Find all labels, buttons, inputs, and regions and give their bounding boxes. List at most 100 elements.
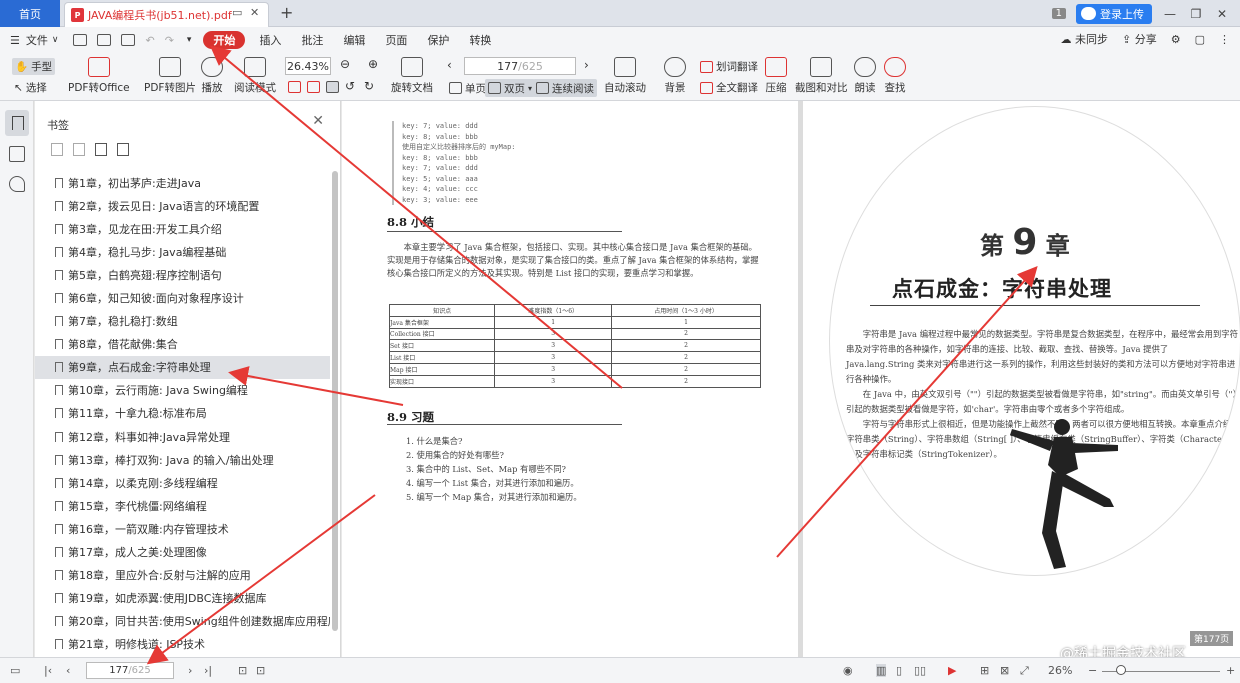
- prev-page-icon[interactable]: ‹: [447, 58, 452, 72]
- tab-protect[interactable]: 保护: [417, 27, 459, 53]
- page-number-input[interactable]: 177/625: [464, 57, 576, 75]
- book-view-icon[interactable]: ▯▯: [914, 664, 926, 677]
- more-icon[interactable]: ⋮: [1219, 33, 1230, 46]
- print-icon[interactable]: [121, 34, 136, 46]
- zoom-input[interactable]: 26.43%: [285, 57, 331, 75]
- file-menu[interactable]: ☰ 文件 ∨: [0, 27, 68, 53]
- bookmark-item[interactable]: 第5章，白鹤亮翅:程序控制语句: [35, 263, 330, 286]
- bookmark-item[interactable]: 第13章，棒打双狗: Java 的输入/输出处理: [35, 448, 330, 471]
- bookmark-item[interactable]: 第9章，点石成金:字符串处理: [35, 355, 330, 379]
- single-page-button[interactable]: 单页: [446, 79, 489, 97]
- bookmark-item[interactable]: 第21章，明修栈道: JSP技术: [35, 633, 330, 656]
- bookmark-item[interactable]: 第17章，成人之美:处理图像: [35, 541, 330, 564]
- share-button[interactable]: ⇪ 分享: [1122, 31, 1157, 47]
- sidebar-toggle-icon[interactable]: ▭: [10, 664, 20, 677]
- read-mode-button[interactable]: 阅读模式: [234, 57, 276, 95]
- tab-page[interactable]: 页面: [375, 27, 417, 53]
- pdf-to-office-button[interactable]: PDF转Office: [68, 57, 130, 95]
- add-bookmark-icon[interactable]: [95, 143, 107, 156]
- tab-insert[interactable]: 插入: [249, 27, 291, 53]
- settings-icon[interactable]: ⚙: [1171, 33, 1181, 46]
- fit-page-icon[interactable]: [288, 81, 301, 93]
- maximize-icon[interactable]: ❐: [1188, 7, 1204, 21]
- screenshot-compare-button[interactable]: 截图和对比: [795, 57, 848, 95]
- pdf-to-image-button[interactable]: PDF转图片: [144, 57, 196, 95]
- sync-status[interactable]: ☁ 未同步: [1061, 31, 1109, 47]
- redo-icon[interactable]: ↷: [165, 34, 174, 47]
- prev-page-icon[interactable]: ‹: [66, 664, 70, 677]
- next-page-icon[interactable]: ›: [188, 664, 192, 677]
- single-view-icon[interactable]: ▥: [876, 664, 887, 677]
- last-page-icon[interactable]: ›|: [204, 664, 212, 677]
- open-folder-icon[interactable]: [73, 34, 88, 46]
- close-icon[interactable]: ✕: [312, 113, 324, 129]
- compress-button[interactable]: 压缩: [765, 57, 787, 95]
- status-page-input[interactable]: 177/625: [86, 662, 174, 679]
- undo-icon[interactable]: ↶: [145, 34, 154, 47]
- background-button[interactable]: 背景: [664, 57, 686, 95]
- bookmark-item[interactable]: 第15章，李代桃僵:网络编程: [35, 494, 330, 517]
- bookmark-item[interactable]: 第7章，稳扎稳打:数组: [35, 310, 330, 333]
- forward-icon[interactable]: ⊡: [256, 664, 265, 677]
- thumbnail-panel-icon[interactable]: [9, 146, 25, 162]
- bookmark-item[interactable]: 第10章，云行雨施: Java Swing编程: [35, 379, 330, 402]
- zoom-out-icon[interactable]: ⊖: [340, 57, 350, 71]
- first-page-icon[interactable]: |‹: [44, 664, 52, 677]
- fit-page-icon[interactable]: ⊠: [1000, 664, 1009, 677]
- fullscreen-icon[interactable]: ⤢: [1020, 664, 1029, 678]
- collapse-all-icon[interactable]: [73, 143, 85, 156]
- bookmark-item[interactable]: 第16章，一箭双雕:内存管理技术: [35, 517, 330, 540]
- login-upload-button[interactable]: 登录上传: [1076, 3, 1152, 24]
- zoom-in-icon[interactable]: ⊕: [368, 57, 378, 71]
- new-tab-button[interactable]: +: [280, 3, 293, 22]
- tab-start[interactable]: 开始: [203, 31, 246, 49]
- bookmark-item[interactable]: 第3章，见龙在田:开发工具介绍: [35, 217, 330, 240]
- tab-edit[interactable]: 编辑: [333, 27, 375, 53]
- play-button[interactable]: 播放: [201, 57, 223, 95]
- rotate-left-icon[interactable]: ↺: [345, 79, 355, 93]
- bookmark-item[interactable]: 第20章，同甘共苦:使用Swing组件创建数据库应用程序: [35, 610, 330, 633]
- read-aloud-button[interactable]: 朗读: [854, 57, 876, 95]
- close-window-icon[interactable]: ✕: [1214, 7, 1230, 21]
- double-page-button[interactable]: 双页 ▾: [485, 79, 536, 97]
- play-icon[interactable]: ▶: [948, 664, 956, 677]
- zoom-in-icon[interactable]: +: [1226, 664, 1235, 677]
- back-icon[interactable]: ⊡: [238, 664, 247, 677]
- bookmark-item[interactable]: 第1章，初出茅庐:走进Java: [35, 171, 330, 194]
- bookmark-item[interactable]: 第11章，十拿九稳:标准布局: [35, 402, 330, 425]
- fit-width-icon[interactable]: [307, 81, 320, 93]
- actual-size-icon[interactable]: [326, 81, 339, 93]
- bookmark-item[interactable]: 第19章，如虎添翼:使用JDBC连接数据库: [35, 587, 330, 610]
- full-translate-button[interactable]: 全文翻译: [700, 80, 758, 95]
- auto-scroll-button[interactable]: 自动滚动: [604, 57, 646, 95]
- bookmark-panel-icon[interactable]: [5, 110, 29, 136]
- annotation-panel-icon[interactable]: [9, 176, 25, 192]
- sidebar-scrollbar[interactable]: [332, 171, 338, 631]
- expand-all-icon[interactable]: [51, 143, 63, 156]
- bookmark-item[interactable]: 第14章，以柔克刚:多线程编程: [35, 471, 330, 494]
- word-translate-button[interactable]: 划词翻译: [700, 59, 758, 74]
- bookmark-item[interactable]: 第18章，里应外合:反射与注解的应用: [35, 564, 330, 587]
- tab-annotate[interactable]: 批注: [291, 27, 333, 53]
- zoom-slider-thumb[interactable]: [1116, 665, 1126, 675]
- bookmark-options-icon[interactable]: [117, 143, 129, 156]
- pin-tab-icon[interactable]: ▭: [232, 6, 242, 19]
- bookmark-item[interactable]: 第6章，知己知彼:面向对象程序设计: [35, 286, 330, 309]
- fit-width-icon[interactable]: ⊞: [980, 664, 989, 677]
- rotate-document-button[interactable]: 旋转文档: [391, 57, 433, 95]
- continuous-read-button[interactable]: 连续阅读: [533, 79, 597, 97]
- zoom-out-icon[interactable]: −: [1088, 664, 1097, 677]
- bookmark-item[interactable]: 第2章，拨云见日: Java语言的环境配置: [35, 194, 330, 217]
- bookmark-item[interactable]: 第4章，稳扎马步: Java编程基础: [35, 240, 330, 263]
- bookmark-item[interactable]: 第12章，料事如神:Java异常处理: [35, 425, 330, 448]
- bookmark-item[interactable]: 第8章，借花献佛:集合: [35, 333, 330, 356]
- tab-convert[interactable]: 转换: [459, 27, 501, 53]
- close-tab-icon[interactable]: ✕: [250, 6, 259, 19]
- select-tool-button[interactable]: ↖ 选择: [14, 80, 47, 95]
- next-page-icon[interactable]: ›: [584, 58, 589, 72]
- tab-home[interactable]: 首页: [0, 0, 60, 27]
- tab-count-badge[interactable]: 1: [1051, 8, 1066, 19]
- rotate-right-icon[interactable]: ↻: [364, 79, 374, 93]
- minimize-icon[interactable]: —: [1162, 7, 1178, 21]
- double-view-icon[interactable]: ▯: [896, 664, 902, 677]
